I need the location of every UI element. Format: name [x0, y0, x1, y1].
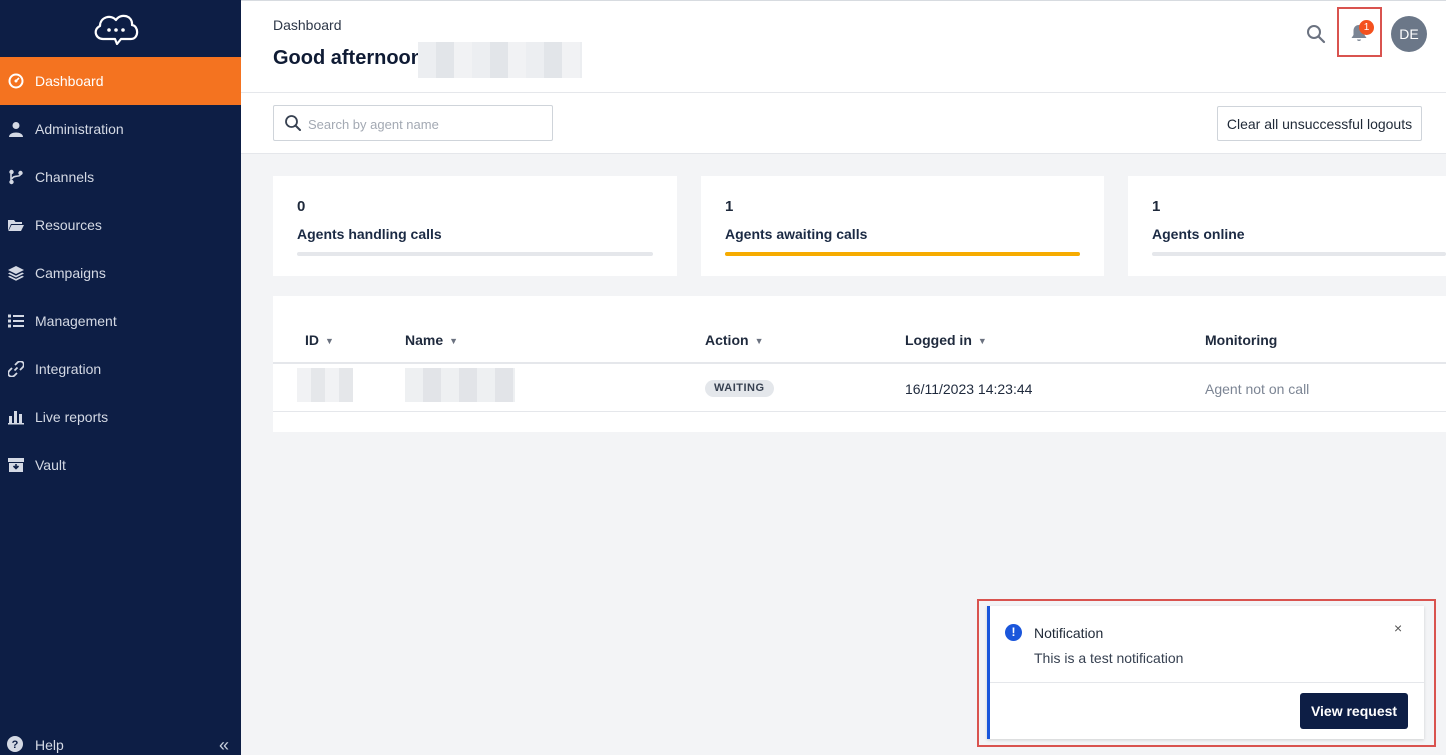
sidebar-item-live-reports[interactable]: Live reports — [0, 393, 241, 441]
column-header-label: Name — [405, 332, 444, 348]
status-badge: WAITING — [705, 380, 774, 397]
notification-title: Notification — [1034, 625, 1104, 641]
page-header: Dashboard Good afternoon, 1 DE — [241, 0, 1446, 93]
sort-caret-icon: ▼ — [325, 336, 334, 347]
stat-progress-bar — [297, 252, 653, 256]
redacted-agent-name — [405, 368, 515, 402]
sidebar-item-dashboard[interactable]: Dashboard — [0, 57, 241, 105]
sidebar-nav: Dashboard Administration Channels Resour… — [0, 57, 241, 489]
stat-card-handling: 0 Agents handling calls — [273, 176, 677, 276]
column-header-logged-in[interactable]: Logged in ▼ — [905, 332, 987, 348]
header-divider — [273, 362, 1446, 364]
sidebar-item-resources[interactable]: Resources — [0, 201, 241, 249]
column-header-monitoring: Monitoring — [1205, 332, 1277, 348]
sidebar-item-label: Integration — [35, 361, 102, 377]
avatar[interactable]: DE — [1391, 16, 1427, 52]
folder-icon — [7, 216, 25, 234]
branch-icon — [7, 168, 25, 186]
column-header-label: Action — [705, 332, 749, 348]
sidebar: Dashboard Administration Channels Resour… — [0, 0, 241, 755]
sidebar-item-label: Dashboard — [35, 73, 104, 89]
stat-count: 1 — [1152, 198, 1161, 215]
help-link[interactable]: ? Help « — [7, 735, 237, 755]
layers-icon — [7, 264, 25, 282]
sidebar-item-integration[interactable]: Integration — [0, 345, 241, 393]
stat-progress-bar — [725, 252, 1080, 256]
stat-progress-bar — [1152, 252, 1446, 256]
bar-chart-icon — [7, 408, 25, 426]
sidebar-item-management[interactable]: Management — [0, 297, 241, 345]
help-icon: ? — [7, 736, 25, 754]
notification-message: This is a test notification — [1034, 650, 1184, 666]
user-icon — [7, 120, 25, 138]
sort-caret-icon: ▼ — [754, 336, 764, 347]
link-icon — [7, 360, 25, 378]
sidebar-item-administration[interactable]: Administration — [0, 105, 241, 153]
notification-toast-highlight: ! Notification This is a test notificati… — [977, 599, 1436, 747]
sort-caret-icon: ▼ — [977, 336, 987, 347]
sidebar-item-label: Management — [35, 313, 117, 329]
info-icon: ! — [1005, 624, 1022, 641]
column-header-action[interactable]: Action ▼ — [705, 332, 763, 348]
sidebar-item-label: Channels — [35, 169, 95, 185]
stat-count: 0 — [297, 198, 306, 215]
column-header-name[interactable]: Name ▼ — [405, 332, 458, 348]
close-icon[interactable]: × — [1394, 620, 1402, 636]
sort-caret-icon: ▼ — [449, 336, 459, 347]
stat-card-awaiting: 1 Agents awaiting calls — [701, 176, 1104, 276]
sidebar-item-channels[interactable]: Channels — [0, 153, 241, 201]
svg-text:?: ? — [12, 739, 19, 751]
agent-search[interactable] — [273, 105, 553, 141]
notification-toast: ! Notification This is a test notificati… — [987, 606, 1424, 739]
stat-progress-fill — [725, 252, 1080, 256]
stat-label: Agents handling calls — [297, 226, 442, 242]
cloud-chat-logo-icon[interactable] — [91, 9, 141, 45]
column-header-label: Logged in — [905, 332, 972, 348]
notification-count-badge: 1 — [1359, 20, 1374, 35]
view-request-button[interactable]: View request — [1300, 693, 1408, 729]
column-header-label: Monitoring — [1205, 332, 1278, 348]
sidebar-item-label: Live reports — [35, 409, 109, 425]
stat-card-online: 1 Agents online — [1128, 176, 1446, 276]
stat-label: Agents awaiting calls — [725, 226, 868, 242]
agents-table: ID ▼ Name ▼ Action ▼ Logged in ▼ Monitoring … — [273, 296, 1446, 432]
list-icon — [7, 312, 25, 330]
column-header-label: ID — [305, 332, 319, 348]
archive-icon — [7, 456, 25, 474]
sidebar-item-label: Resources — [35, 217, 102, 233]
help-label: Help — [35, 737, 64, 753]
stat-label: Agents online — [1152, 226, 1245, 242]
notification-divider — [990, 682, 1424, 683]
redacted-agent-id — [297, 368, 353, 402]
monitoring-status: Agent not on call — [1205, 381, 1310, 397]
row-divider — [273, 411, 1446, 412]
redacted-username — [418, 42, 582, 78]
collapse-sidebar-icon[interactable]: « — [219, 735, 229, 755]
search-icon[interactable] — [1305, 23, 1327, 45]
search-input[interactable] — [308, 114, 544, 134]
sidebar-item-campaigns[interactable]: Campaigns — [0, 249, 241, 297]
notifications-button[interactable]: 1 — [1337, 7, 1382, 57]
sidebar-item-label: Administration — [35, 121, 124, 137]
stat-count: 1 — [725, 198, 734, 215]
sidebar-item-label: Vault — [35, 457, 66, 473]
sidebar-item-vault[interactable]: Vault — [0, 441, 241, 489]
sidebar-item-label: Campaigns — [35, 265, 106, 281]
logged-in-time: 16/11/2023 14:23:44 — [905, 381, 1033, 397]
page-title: Good afternoon, — [273, 47, 429, 69]
toolbar: Clear all unsuccessful logouts — [241, 93, 1446, 154]
clear-unsuccessful-logouts-button[interactable]: Clear all unsuccessful logouts — [1217, 106, 1422, 141]
search-icon — [285, 115, 301, 131]
breadcrumb[interactable]: Dashboard — [273, 17, 342, 33]
column-header-id[interactable]: ID ▼ — [305, 332, 334, 348]
dashboard-gauge-icon — [7, 72, 25, 90]
